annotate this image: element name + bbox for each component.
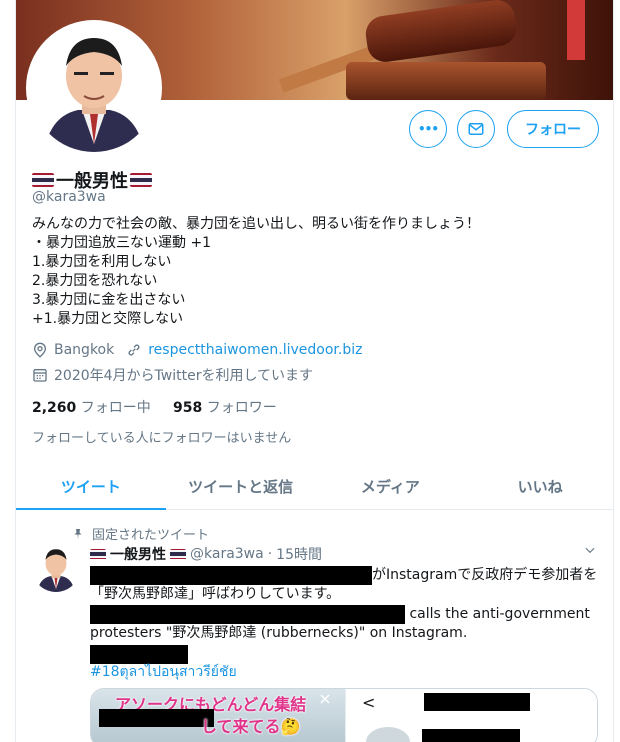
tab-tweets-and-replies[interactable]: ツイートと返信 bbox=[166, 466, 316, 509]
followers-count: 958 bbox=[173, 400, 203, 416]
tweet-line-1: がInstagramで反政府デモ参加者を bbox=[372, 567, 598, 583]
redaction-block bbox=[90, 605, 405, 624]
tweet-hashtag[interactable]: #18ตุลาไปอนุสาวรีย์ชัย bbox=[90, 661, 237, 683]
followers-link[interactable]: 958 フォロワー bbox=[173, 400, 277, 416]
more-button[interactable]: ••• bbox=[409, 110, 447, 148]
media-image-right[interactable]: < bbox=[345, 689, 597, 742]
tab-media[interactable]: メディア bbox=[316, 466, 466, 509]
profile-tabs: ツイート ツイートと返信 メディア いいね bbox=[16, 466, 613, 510]
back-arrow-icon: < bbox=[362, 693, 376, 712]
tweet-line: がInstagramで反政府デモ参加者を bbox=[90, 566, 600, 585]
thai-flag-icon bbox=[32, 173, 54, 187]
following-count: 2,260 bbox=[32, 400, 77, 416]
pinned-indicator: 固定されたツイート bbox=[72, 524, 209, 543]
tweet-author-handle: @kara3wa bbox=[190, 546, 264, 562]
bio-line: 2.暴力団を恐れない bbox=[32, 273, 158, 289]
profile-page: ••• フォロー 一般男性 @kara3wa みんなの力で社会の敵、暴力団を追い… bbox=[15, 0, 614, 742]
redaction-block bbox=[424, 693, 530, 711]
banner-gavel-base bbox=[346, 62, 546, 100]
media-avatar-circle bbox=[366, 727, 410, 742]
following-label: フォロー中 bbox=[80, 400, 151, 416]
tweet-header: 一般男性 @kara3wa · 15時間 bbox=[90, 544, 322, 564]
followers-label: フォロワー bbox=[206, 400, 277, 416]
more-icon: ••• bbox=[417, 122, 439, 136]
tweet-time[interactable]: 15時間 bbox=[276, 544, 322, 564]
tab-tweets[interactable]: ツイート bbox=[16, 466, 166, 510]
bio-line: 1.暴力団を利用しない bbox=[32, 254, 172, 270]
banner-gavel-head bbox=[363, 0, 519, 65]
profile-joined-row: 2020年4月からTwitterを利用しています bbox=[32, 365, 313, 385]
tweet-avatar[interactable] bbox=[32, 544, 80, 592]
following-link[interactable]: 2,260 フォロー中 bbox=[32, 400, 151, 416]
tweet-text: がInstagramで反政府デモ参加者を 「野次馬野郎達」呼ばわりしています。 … bbox=[90, 566, 600, 664]
profile-bio: みんなの力で社会の敵、暴力団を追い出し、明るい街を作りましょう！ ・暴力団追放三… bbox=[32, 215, 592, 329]
redaction-block bbox=[90, 566, 372, 585]
location-pin-icon bbox=[33, 342, 47, 358]
profile-counts: 2,260 フォロー中 958 フォロワー bbox=[32, 397, 277, 417]
tweet-separator: · bbox=[267, 546, 273, 562]
tweet-media[interactable]: アソークにもどんどん集結 して来てる🤔 < bbox=[90, 688, 598, 742]
bio-line: ・暴力団追放三ない運動 +1 bbox=[32, 235, 212, 251]
follow-button[interactable]: フォロー bbox=[507, 110, 599, 148]
tab-likes[interactable]: いいね bbox=[465, 466, 613, 509]
message-icon bbox=[468, 123, 484, 135]
profile-meta-row: Bangkok respectthaiwomen.livedoor.biz bbox=[32, 342, 362, 358]
pinned-tweet[interactable]: 固定されたツイート 一般男性 @kara3wa · 15時間 がInstagra… bbox=[16, 510, 613, 742]
media-caption-2: して来てる🤔 bbox=[201, 717, 301, 736]
followers-you-know-note: フォローしている人にフォロワーはいません bbox=[32, 431, 292, 446]
tweet-line-3: calls the anti-government bbox=[409, 606, 590, 622]
chevron-down-icon[interactable] bbox=[583, 543, 597, 561]
profile-avatar[interactable] bbox=[26, 20, 162, 156]
pinned-label: 固定されたツイート bbox=[92, 528, 210, 543]
pin-icon bbox=[74, 528, 82, 539]
thai-flag-icon bbox=[90, 548, 106, 560]
media-image-left[interactable]: アソークにもどんどん集結 して来てる🤔 bbox=[91, 689, 345, 742]
bio-line: 3.暴力団に金を出さない bbox=[32, 292, 186, 308]
profile-website-link[interactable]: respectthaiwomen.livedoor.biz bbox=[148, 342, 362, 358]
close-icon bbox=[319, 693, 331, 709]
tweet-line-2: 「野次馬野郎達」呼ばわりしています。 bbox=[90, 586, 341, 602]
tweet-line: calls the anti-government bbox=[90, 605, 600, 624]
profile-handle: @kara3wa bbox=[32, 189, 106, 205]
profile-location: Bangkok bbox=[54, 342, 115, 358]
link-icon bbox=[128, 344, 140, 356]
thai-flag-icon bbox=[130, 173, 152, 187]
calendar-icon bbox=[33, 369, 47, 382]
profile-joined-date: 2020年4月からTwitterを利用しています bbox=[54, 368, 314, 384]
tweet-author-name[interactable]: 一般男性 bbox=[110, 544, 166, 564]
bio-line: +1.暴力団と交際しない bbox=[32, 311, 184, 327]
redaction-block bbox=[99, 709, 214, 727]
thai-flag-icon bbox=[170, 548, 186, 560]
redaction-block bbox=[422, 729, 520, 742]
message-button[interactable] bbox=[457, 110, 495, 148]
bio-line: みんなの力で社会の敵、暴力団を追い出し、明るい街を作りましょう！ bbox=[32, 216, 480, 232]
tweet-line-4: protesters "野次馬野郎達 (rubbernecks)" on Ins… bbox=[90, 625, 468, 641]
banner-flag-shape bbox=[567, 0, 585, 60]
